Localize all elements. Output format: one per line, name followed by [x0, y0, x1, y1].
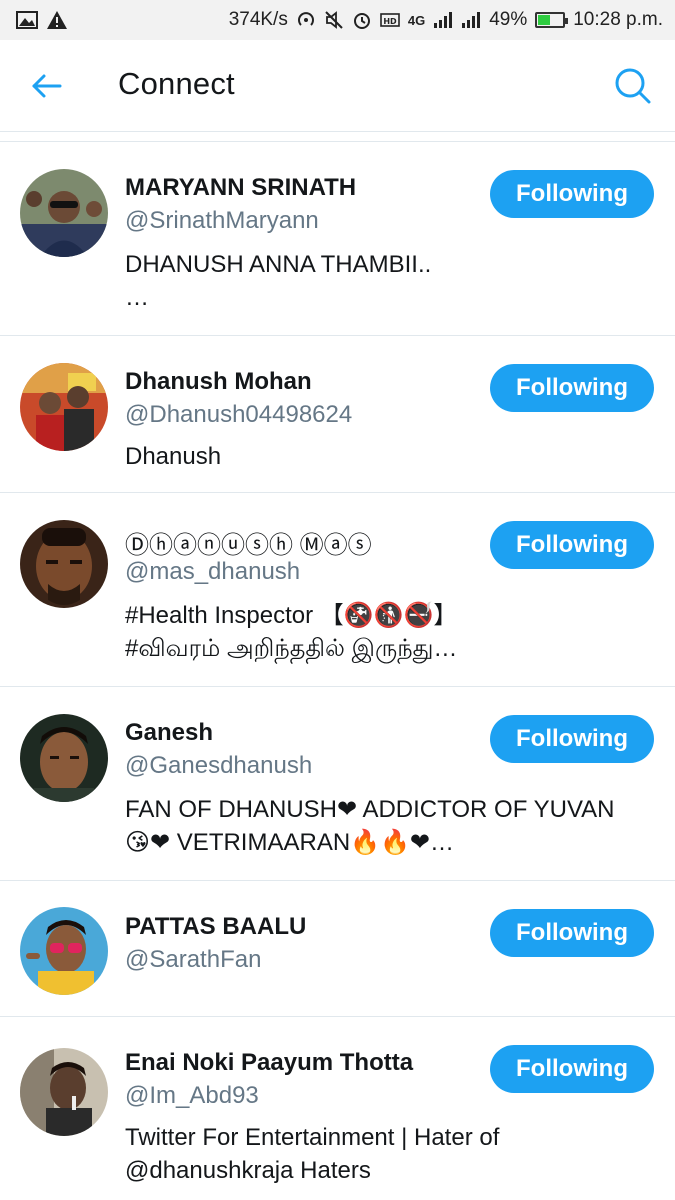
- status-left: [16, 10, 68, 30]
- user-row[interactable]: Enai Noki Paayum Thotta @Im_Abd93 Twitte…: [0, 1017, 675, 1200]
- following-button[interactable]: Following: [490, 715, 654, 763]
- hd-icon: HD: [380, 11, 400, 29]
- user-row[interactable]: PATTAS BAALU @SarathFan Following: [0, 881, 675, 1017]
- following-button[interactable]: Following: [490, 1045, 654, 1093]
- avatar[interactable]: [20, 363, 108, 451]
- app-bar: Connect: [0, 40, 675, 132]
- user-name[interactable]: Ⓓⓗⓐⓝⓤⓢⓗ Ⓜⓐⓢ: [125, 525, 372, 560]
- search-icon: [615, 68, 651, 104]
- user-bio: FAN OF DHANUSH❤ ADDICTOR OF YUVAN 😘❤ VET…: [125, 793, 645, 859]
- user-handle[interactable]: @mas_dhanush: [125, 558, 300, 586]
- user-row[interactable]: Dhanush Mohan @Dhanush04498624 Dhanush F…: [0, 336, 675, 493]
- bio-line: #விவரம் அறிந்ததில் இருந்து…: [125, 635, 458, 662]
- user-bio: Twitter For Entertainment | Hater of @dh…: [125, 1121, 645, 1187]
- user-bio: Dhanush: [125, 440, 645, 473]
- avatar[interactable]: [20, 169, 108, 257]
- user-name[interactable]: Ganesh: [125, 719, 213, 747]
- user-name[interactable]: PATTAS BAALU: [125, 913, 306, 941]
- back-button[interactable]: [28, 68, 64, 104]
- image-notification-icon: [16, 11, 38, 29]
- bio-line: …: [125, 284, 149, 311]
- network-speed: 374K/s: [228, 9, 288, 30]
- search-button[interactable]: [613, 66, 653, 106]
- user-name[interactable]: Dhanush Mohan: [125, 368, 312, 396]
- user-name[interactable]: MARYANN SRINATH: [125, 174, 356, 202]
- following-button[interactable]: Following: [490, 364, 654, 412]
- user-handle[interactable]: @SrinathMaryann: [125, 207, 319, 235]
- status-right: 374K/s HD 4G 49% 10:28 p.m.: [229, 9, 663, 31]
- signal-icon-1: [433, 11, 453, 29]
- bio-line: FAN OF DHANUSH❤ ADDICTOR OF YUVAN: [125, 796, 615, 823]
- user-row[interactable]: Ganesh @Ganesdhanush FAN OF DHANUSH❤ ADD…: [0, 687, 675, 881]
- avatar[interactable]: [20, 907, 108, 995]
- user-list: MARYANN SRINATH @SrinathMaryann DHANUSH …: [0, 142, 675, 1200]
- user-handle[interactable]: @Dhanush04498624: [125, 401, 352, 429]
- battery-percent: 49%: [489, 9, 528, 30]
- hotspot-icon: [296, 10, 316, 30]
- bio-line: Dhanush: [125, 443, 222, 470]
- status-bar: 374K/s HD 4G 49% 10:28 p.m.: [0, 0, 675, 40]
- svg-text:HD: HD: [383, 17, 397, 26]
- following-button[interactable]: Following: [490, 170, 654, 218]
- battery-icon: [535, 12, 569, 28]
- page-title: Connect: [118, 66, 235, 101]
- mute-icon: [324, 10, 344, 30]
- bio-line: DHANUSH ANNA THAMBII..: [125, 251, 432, 278]
- alarm-icon: [352, 10, 372, 30]
- user-bio: #Health Inspector 【🚱🚯🚭】 #விவரம் அறிந்ததி…: [125, 599, 645, 665]
- user-handle[interactable]: @SarathFan: [125, 946, 261, 974]
- avatar[interactable]: [20, 714, 108, 802]
- user-row[interactable]: MARYANN SRINATH @SrinathMaryann DHANUSH …: [0, 142, 675, 336]
- clock: 10:28 p.m.: [573, 9, 663, 30]
- user-row[interactable]: Ⓓⓗⓐⓝⓤⓢⓗ Ⓜⓐⓢ @mas_dhanush #Health Inspect…: [0, 493, 675, 687]
- bio-line: Twitter For Entertainment | Hater of: [125, 1124, 500, 1151]
- avatar[interactable]: [20, 1048, 108, 1136]
- network-type: 4G: [407, 12, 426, 28]
- bio-line: #Health Inspector 【🚱🚯🚭】: [125, 602, 458, 629]
- avatar[interactable]: [20, 520, 108, 608]
- bio-line[interactable]: @dhanushkraja Haters: [125, 1154, 645, 1187]
- bio-line: 😘❤ VETRIMAARAN🔥🔥❤…: [125, 829, 455, 856]
- user-handle[interactable]: @Ganesdhanush: [125, 752, 312, 780]
- warning-icon: [46, 10, 68, 30]
- list-top-divider: [0, 132, 675, 142]
- following-button[interactable]: Following: [490, 909, 654, 957]
- user-handle[interactable]: @Im_Abd93: [125, 1082, 259, 1110]
- following-button[interactable]: Following: [490, 521, 654, 569]
- user-bio: DHANUSH ANNA THAMBII.. …: [125, 248, 645, 314]
- signal-icon-2: [461, 11, 481, 29]
- user-name[interactable]: Enai Noki Paayum Thotta: [125, 1049, 413, 1077]
- arrow-left-icon: [32, 74, 62, 98]
